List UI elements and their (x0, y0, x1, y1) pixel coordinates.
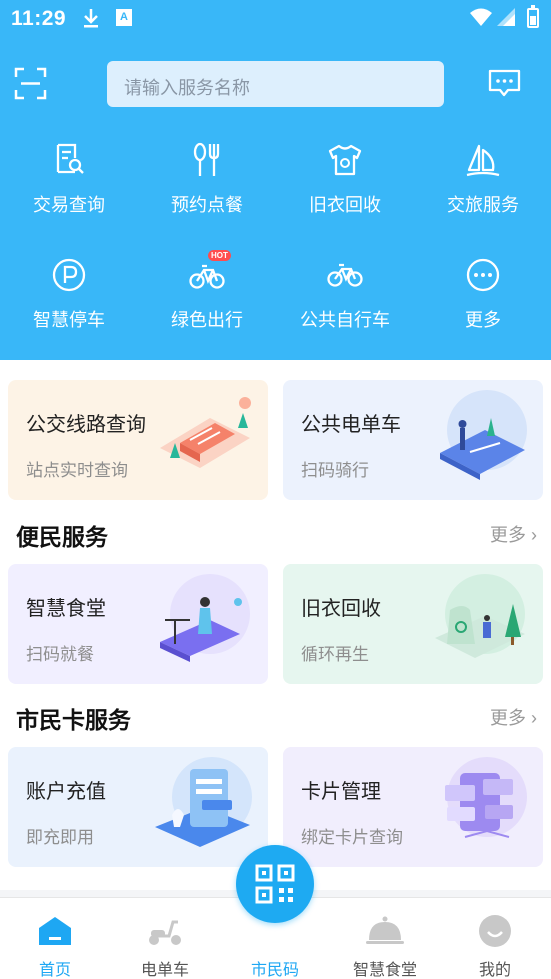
card-title: 公交线路查询 (26, 414, 146, 436)
notification-app-icon: A (116, 9, 132, 26)
card-management-card[interactable]: 卡片管理 绑定卡片查询 (283, 747, 543, 867)
recycle-illustration (435, 574, 525, 658)
canteen-illustration (160, 574, 250, 662)
scan-icon[interactable] (14, 67, 47, 100)
card-subtitle: 扫码就餐 (26, 645, 94, 664)
receipt-search-icon (56, 143, 84, 174)
hot-badge: HOT (208, 250, 231, 261)
grid-label: 绿色出行 (171, 310, 243, 330)
more-dots-icon (466, 258, 500, 292)
bicycle-icon (189, 264, 225, 289)
nav-label: 电单车 (140, 962, 189, 979)
signal-icon (497, 8, 515, 26)
fork-spoon-icon (193, 142, 220, 176)
status-bar: 11:29 A (0, 0, 551, 38)
header: 11:29 A 请输入服务名称 交易查询 预约点餐 旧衣回收 交旅服务 智慧停车… (0, 0, 551, 360)
citizen-code-qr-button[interactable] (236, 845, 314, 923)
public-ebike-card[interactable]: 公共电单车 扫码骑行 (283, 380, 543, 500)
battery-icon (527, 5, 539, 28)
grid-label: 预约点餐 (171, 195, 243, 215)
smart-canteen-card[interactable]: 智慧食堂 扫码就餐 (8, 564, 268, 684)
card-subtitle: 循环再生 (301, 645, 369, 664)
card-subtitle: 站点实时查询 (26, 461, 128, 480)
card-subtitle: 绑定卡片查询 (301, 828, 403, 847)
grid-item-transaction-query[interactable]: 交易查询 (0, 142, 138, 222)
bus-route-card[interactable]: 公交线路查询 站点实时查询 (8, 380, 268, 500)
card-title: 旧衣回收 (301, 598, 381, 620)
grid-label: 公共自行车 (300, 310, 390, 330)
citizen-card-more-link[interactable]: 更多 › (490, 704, 537, 730)
bus-illustration (160, 397, 251, 468)
chevron-right-icon: › (531, 708, 537, 728)
nav-home[interactable]: 首页 (0, 898, 110, 979)
cloche-icon (366, 916, 404, 944)
grid-item-more[interactable]: 更多 (414, 257, 551, 337)
sailboat-icon (466, 144, 500, 177)
card-title: 公共电单车 (301, 414, 401, 436)
card-management-illustration (445, 757, 527, 838)
grid-label: 更多 (465, 310, 501, 330)
card-title: 卡片管理 (301, 781, 381, 803)
home-icon (39, 917, 71, 945)
nav-label: 我的 (478, 962, 511, 979)
smile-user-icon (479, 915, 511, 947)
card-subtitle: 即充即用 (26, 828, 94, 847)
nav-ebike[interactable]: 电单车 (110, 898, 220, 979)
nav-mine[interactable]: 我的 (440, 898, 550, 979)
grid-item-travel-service[interactable]: 交旅服务 (414, 142, 551, 222)
section-title-convenience: 便民服务 (16, 524, 108, 550)
grid-label: 智慧停车 (33, 310, 105, 330)
download-icon (84, 9, 98, 28)
clothes-recycle-card[interactable]: 旧衣回收 循环再生 (283, 564, 543, 684)
scooter-icon (149, 920, 181, 945)
grid-label: 交易查询 (33, 195, 105, 215)
parking-icon (52, 258, 86, 292)
nav-label: 市民码 (250, 962, 299, 979)
ebike-illustration (440, 390, 527, 480)
nav-smart-canteen[interactable]: 智慧食堂 (330, 898, 440, 979)
card-title: 账户充值 (26, 781, 106, 803)
shirt-recycle-icon (328, 144, 362, 176)
more-label: 更多 (489, 525, 526, 545)
message-icon[interactable] (488, 69, 521, 98)
card-title: 智慧食堂 (26, 598, 106, 620)
search-placeholder: 请输入服务名称 (124, 78, 250, 98)
account-recharge-card[interactable]: 账户充值 即充即用 (8, 747, 268, 867)
wifi-icon (470, 8, 492, 26)
qr-code-icon (255, 864, 295, 904)
card-subtitle: 扫码骑行 (301, 461, 369, 480)
section-title-citizen-card: 市民卡服务 (16, 707, 131, 733)
chevron-right-icon: › (531, 525, 537, 545)
grid-label: 旧衣回收 (309, 195, 381, 215)
grid-item-clothes-recycle[interactable]: 旧衣回收 (276, 142, 414, 222)
grid-label: 交旅服务 (447, 195, 519, 215)
grid-item-smart-parking[interactable]: 智慧停车 (0, 257, 138, 337)
status-time: 11:29 (11, 7, 67, 30)
grid-item-order-meal[interactable]: 预约点餐 (138, 142, 276, 222)
recharge-illustration (155, 757, 252, 847)
convenience-more-link[interactable]: 更多 › (490, 521, 537, 547)
bicycle-icon (327, 263, 363, 287)
grid-item-public-bicycle[interactable]: 公共自行车 (276, 257, 414, 337)
nav-label: 首页 (38, 962, 71, 979)
search-input[interactable]: 请输入服务名称 (107, 61, 444, 107)
nav-label: 智慧食堂 (352, 962, 417, 979)
grid-item-green-travel[interactable]: 绿色出行 (138, 257, 276, 337)
more-label: 更多 (489, 708, 526, 728)
